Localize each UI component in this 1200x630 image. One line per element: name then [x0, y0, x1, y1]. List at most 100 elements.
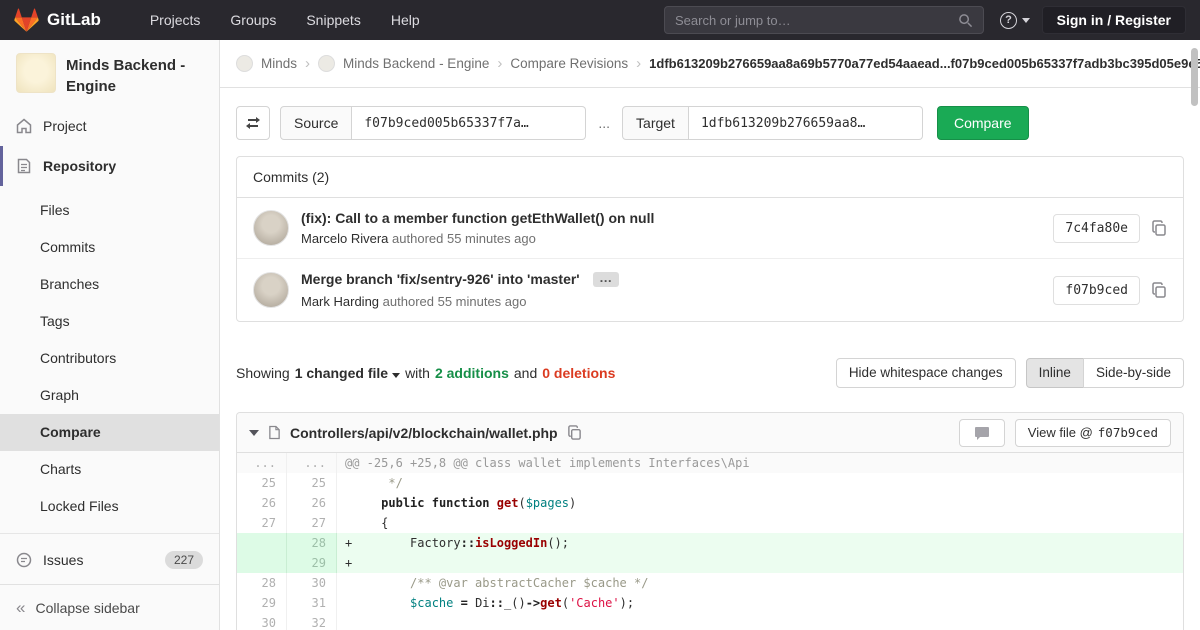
gitlab-logo[interactable]: GitLab	[14, 7, 101, 33]
file-icon	[269, 425, 280, 440]
range-ellipsis: ...	[598, 115, 611, 131]
sidebar-item-tags[interactable]: Tags	[0, 303, 219, 340]
code-token: Factory	[352, 536, 461, 550]
diff-sign: +	[345, 556, 353, 570]
inline-view-button[interactable]: Inline	[1025, 358, 1084, 388]
help-icon[interactable]: ?	[1000, 11, 1017, 29]
swap-revisions-button[interactable]	[236, 106, 270, 140]
target-revision-input[interactable]	[688, 106, 923, 140]
new-line-number[interactable]: 28	[287, 533, 337, 553]
scrollbar-thumb[interactable]	[1191, 48, 1198, 106]
new-line-number[interactable]: 25	[287, 473, 337, 493]
sidebar-item-charts[interactable]: Charts	[0, 451, 219, 488]
double-chevron-left-icon: «	[16, 598, 26, 617]
sidebar-item-locked-files[interactable]: Locked Files	[0, 488, 219, 525]
commit-title-line: Merge branch 'fix/sentry-926' into 'mast…	[301, 271, 620, 289]
page-scrollbar[interactable]	[1189, 40, 1200, 630]
avatar	[253, 210, 289, 246]
hide-whitespace-button[interactable]: Hide whitespace changes	[835, 358, 1016, 388]
code-token: (	[518, 496, 526, 510]
logo-text: GitLab	[47, 10, 101, 29]
sidebar-item-project[interactable]: Project	[0, 106, 219, 146]
sidebar-item-label: Project	[43, 118, 87, 134]
code-token: ::	[460, 536, 476, 550]
commit-meta: Marcelo Rivera authored 55 minutes ago	[301, 231, 654, 246]
side-by-side-view-button[interactable]: Side-by-side	[1082, 358, 1184, 388]
old-line-number[interactable]	[237, 533, 287, 553]
sidebar-item-graph[interactable]: Graph	[0, 377, 219, 414]
help-menu[interactable]: ?	[1000, 0, 1030, 40]
breadcrumb-section[interactable]: Compare Revisions	[510, 56, 628, 71]
commit-sha-button[interactable]: 7c4fa80e	[1053, 213, 1140, 243]
with-label: with	[405, 365, 430, 381]
sidebar-item-repository[interactable]: Repository	[0, 146, 219, 186]
nav-groups[interactable]: Groups	[215, 0, 291, 40]
commit-author[interactable]: Mark Harding	[301, 294, 379, 309]
search-input[interactable]	[675, 12, 958, 28]
search-icon[interactable]	[958, 13, 973, 28]
breadcrumb-project[interactable]: Minds Backend - Engine	[343, 56, 489, 71]
old-line-number[interactable]	[237, 553, 287, 573]
sign-in-button[interactable]: Sign in / Register	[1041, 6, 1186, 34]
commit-meta: Mark Harding authored 55 minutes ago	[301, 294, 619, 309]
code-token: ();	[547, 536, 569, 550]
source-revision-input[interactable]	[352, 106, 587, 140]
compare-button[interactable]: Compare	[936, 106, 1029, 140]
nav-projects[interactable]: Projects	[135, 0, 216, 40]
project-avatar-small	[318, 55, 336, 72]
new-line-number[interactable]: 27	[287, 513, 337, 533]
sidebar-item-files[interactable]: Files	[0, 192, 219, 229]
copy-sha-icon[interactable]	[1151, 220, 1167, 236]
toggle-comments-button[interactable]	[958, 418, 1005, 447]
project-name[interactable]: Minds Backend - Engine	[66, 53, 203, 97]
old-line-number[interactable]: 27	[237, 513, 287, 533]
nav-help[interactable]: Help	[376, 0, 435, 40]
commit-sha-button[interactable]: f07b9ced	[1053, 275, 1140, 305]
target-label: Target	[622, 106, 689, 140]
sidebar-item-contributors[interactable]: Contributors	[0, 340, 219, 377]
code-token: */	[352, 476, 403, 490]
collapse-sidebar-label: Collapse sidebar	[35, 599, 140, 616]
search-box[interactable]	[664, 6, 984, 34]
sidebar-item-branches[interactable]: Branches	[0, 266, 219, 303]
copy-file-path-icon[interactable]	[567, 425, 582, 440]
new-line-number[interactable]: 26	[287, 493, 337, 513]
commit-title[interactable]: Merge branch 'fix/sentry-926' into 'mast…	[301, 271, 580, 287]
nav-snippets[interactable]: Snippets	[291, 0, 375, 40]
collapse-sidebar-button[interactable]: « Collapse sidebar	[0, 584, 219, 630]
showing-label: Showing	[236, 365, 290, 381]
commit-author[interactable]: Marcelo Rivera	[301, 231, 388, 246]
old-line-number[interactable]: 29	[237, 593, 287, 613]
old-line-number[interactable]: 30	[237, 613, 287, 630]
commit-expand-button[interactable]: …	[593, 271, 620, 288]
diff-row: ...... @@ -25,6 +25,8 @@ class wallet imp…	[237, 453, 1183, 473]
sidebar-item-commits[interactable]: Commits	[0, 229, 219, 266]
sidebar-item-compare[interactable]: Compare	[0, 414, 219, 451]
new-line-number[interactable]: 29	[287, 553, 337, 573]
copy-sha-icon[interactable]	[1151, 282, 1167, 298]
old-line-number[interactable]: 26	[237, 493, 287, 513]
project-avatar[interactable]	[16, 53, 56, 93]
sidebar-item-issues[interactable]: Issues 227	[0, 540, 219, 580]
code-line: /** @var abstractCacher $cache */	[337, 573, 1183, 593]
old-line-number[interactable]: 25	[237, 473, 287, 493]
new-line-number[interactable]: ...	[287, 453, 337, 473]
view-file-button[interactable]: View file @ f07b9ced	[1014, 418, 1171, 447]
code-line	[337, 613, 1183, 630]
code-token: =	[460, 596, 468, 610]
collapse-diff-icon[interactable]	[249, 429, 259, 436]
source-input-group: Source	[280, 106, 587, 140]
changed-files-dropdown[interactable]: 1 changed file	[295, 365, 401, 381]
code-token: 'Cache'	[569, 596, 620, 610]
file-path: Controllers/api/v2/blockchain/wallet.php	[290, 424, 558, 441]
old-line-number[interactable]: 28	[237, 573, 287, 593]
commit-title[interactable]: (fix): Call to a member function getEthW…	[301, 210, 654, 226]
and-label: and	[513, 365, 538, 381]
new-line-number[interactable]: 32	[287, 613, 337, 630]
old-line-number[interactable]: ...	[237, 453, 287, 473]
new-line-number[interactable]: 30	[287, 573, 337, 593]
new-line-number[interactable]: 31	[287, 593, 337, 613]
breadcrumb-group[interactable]: Minds	[261, 56, 297, 71]
diff-stats-bar: Showing 1 changed file with 2 additions …	[236, 358, 1184, 388]
sidebar-project-header[interactable]: Minds Backend - Engine	[0, 40, 219, 106]
